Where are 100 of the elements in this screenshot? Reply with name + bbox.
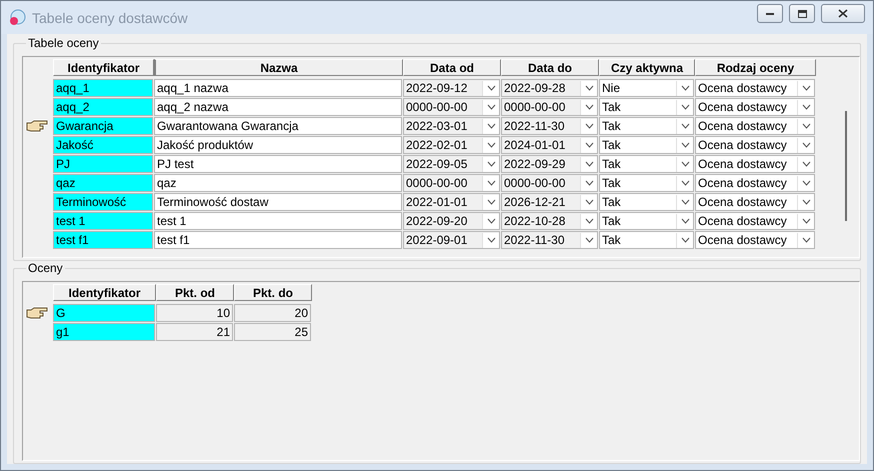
dropdown-chevron-icon[interactable] — [486, 123, 496, 129]
dropdown-field[interactable]: 2024-01-01 — [501, 136, 598, 154]
dropdown-field[interactable]: 0000-00-00 — [501, 98, 598, 116]
dropdown-chevron-icon[interactable] — [680, 199, 690, 205]
dropdown-field[interactable]: 2022-02-01 — [403, 136, 500, 154]
name-cell: qaz — [154, 174, 402, 192]
dropdown-field[interactable]: Tak — [599, 136, 694, 154]
dropdown-chevron-icon[interactable] — [584, 180, 594, 186]
dropdown-field[interactable]: 2022-09-20 — [403, 212, 500, 230]
dropdown-chevron-icon[interactable] — [486, 104, 496, 110]
column-header[interactable]: Czy aktywna — [599, 59, 695, 76]
pointing-hand-icon — [26, 118, 50, 132]
dropdown-field[interactable]: Ocena dostawcy — [695, 98, 815, 116]
dropdown-chevron-icon[interactable] — [802, 199, 810, 205]
dropdown-chevron-icon[interactable] — [802, 218, 810, 224]
close-icon — [838, 9, 848, 18]
dropdown-field[interactable]: 2022-11-30 — [501, 117, 598, 135]
id-cell: qaz — [53, 174, 153, 192]
dropdown-field[interactable]: Ocena dostawcy — [695, 174, 815, 192]
dropdown-field[interactable]: 2022-09-01 — [403, 231, 500, 249]
dropdown-field[interactable]: Tak — [599, 193, 694, 211]
dropdown-chevron-icon[interactable] — [802, 123, 810, 129]
dropdown-chevron-icon[interactable] — [584, 161, 594, 167]
dropdown-chevron-icon[interactable] — [486, 142, 496, 148]
dropdown-field[interactable]: 0000-00-00 — [403, 174, 500, 192]
dropdown-field[interactable]: Ocena dostawcy — [695, 136, 815, 154]
dropdown-field[interactable]: Ocena dostawcy — [695, 155, 815, 173]
dropdown-field[interactable]: 2022-11-30 — [501, 231, 598, 249]
dropdown-chevron-icon[interactable] — [584, 104, 594, 110]
dropdown-chevron-icon[interactable] — [802, 237, 810, 243]
scrollbar[interactable] — [845, 111, 847, 221]
id-cell: aqq_2 — [53, 98, 153, 116]
dropdown-field[interactable]: Ocena dostawcy — [695, 79, 815, 97]
column-header[interactable]: Identyfikator — [53, 284, 156, 301]
column-header[interactable]: Rodzaj oceny — [695, 59, 816, 76]
dropdown-field[interactable]: Ocena dostawcy — [695, 193, 815, 211]
column-header[interactable]: Pkt. do — [234, 284, 312, 301]
number-cell: 10 — [156, 304, 233, 322]
dropdown-field[interactable]: 2022-09-28 — [501, 79, 598, 97]
dropdown-chevron-icon[interactable] — [584, 199, 594, 205]
dropdown-chevron-icon[interactable] — [584, 123, 594, 129]
column-header[interactable]: Nazwa — [154, 59, 403, 76]
group-title: Tabele oceny — [27, 36, 100, 50]
dropdown-chevron-icon[interactable] — [680, 85, 690, 91]
dropdown-chevron-icon[interactable] — [486, 199, 496, 205]
pointing-hand-icon — [26, 306, 50, 320]
dropdown-chevron-icon[interactable] — [486, 218, 496, 224]
dropdown-chevron-icon[interactable] — [802, 161, 810, 167]
dropdown-field[interactable]: Tak — [599, 98, 694, 116]
number-cell: 21 — [156, 323, 233, 341]
minimize-button[interactable] — [757, 4, 783, 23]
close-button[interactable] — [821, 4, 865, 23]
dropdown-chevron-icon[interactable] — [680, 237, 690, 243]
dropdown-field[interactable]: 2022-09-05 — [403, 155, 500, 173]
dropdown-chevron-icon[interactable] — [802, 85, 810, 91]
dropdown-field[interactable]: Tak — [599, 117, 694, 135]
dropdown-field[interactable]: 2026-12-21 — [501, 193, 598, 211]
dropdown-chevron-icon[interactable] — [680, 104, 690, 110]
dropdown-chevron-icon[interactable] — [802, 142, 810, 148]
column-header[interactable]: Pkt. od — [156, 284, 234, 301]
dropdown-chevron-icon[interactable] — [486, 180, 496, 186]
dropdown-field[interactable]: Ocena dostawcy — [695, 231, 815, 249]
dropdown-chevron-icon[interactable] — [680, 161, 690, 167]
dropdown-chevron-icon[interactable] — [680, 180, 690, 186]
dropdown-field[interactable]: 2022-01-01 — [403, 193, 500, 211]
dropdown-chevron-icon[interactable] — [802, 180, 810, 186]
dropdown-field[interactable]: Tak — [599, 231, 694, 249]
id-cell: test f1 — [53, 231, 153, 249]
maximize-icon — [798, 10, 806, 18]
maximize-button[interactable] — [789, 4, 815, 23]
dropdown-field[interactable]: Tak — [599, 155, 694, 173]
column-header[interactable]: Data do — [501, 59, 599, 76]
dropdown-chevron-icon[interactable] — [584, 218, 594, 224]
dropdown-chevron-icon[interactable] — [680, 142, 690, 148]
name-cell: Terminowość dostaw — [154, 193, 402, 211]
dropdown-field[interactable]: 0000-00-00 — [501, 174, 598, 192]
dropdown-chevron-icon[interactable] — [584, 237, 594, 243]
dropdown-field[interactable]: Tak — [599, 174, 694, 192]
name-cell: PJ test — [154, 155, 402, 173]
dropdown-field[interactable]: Ocena dostawcy — [695, 212, 815, 230]
dropdown-field[interactable]: Tak — [599, 212, 694, 230]
column-header[interactable]: Identyfikator — [53, 59, 154, 76]
dropdown-chevron-icon[interactable] — [486, 237, 496, 243]
column-header[interactable]: Data od — [403, 59, 501, 76]
dropdown-chevron-icon[interactable] — [802, 104, 810, 110]
dropdown-chevron-icon[interactable] — [680, 218, 690, 224]
dropdown-field[interactable]: 2022-09-29 — [501, 155, 598, 173]
group-title: Oceny — [27, 261, 64, 275]
id-cell: Gwarancja — [53, 117, 153, 135]
dropdown-field[interactable]: 2022-09-12 — [403, 79, 500, 97]
dropdown-field[interactable]: Nie — [599, 79, 694, 97]
dropdown-field[interactable]: 0000-00-00 — [403, 98, 500, 116]
dropdown-chevron-icon[interactable] — [584, 85, 594, 91]
dropdown-chevron-icon[interactable] — [680, 123, 690, 129]
dropdown-chevron-icon[interactable] — [486, 85, 496, 91]
dropdown-chevron-icon[interactable] — [486, 161, 496, 167]
dropdown-field[interactable]: 2022-10-28 — [501, 212, 598, 230]
dropdown-field[interactable]: Ocena dostawcy — [695, 117, 815, 135]
dropdown-chevron-icon[interactable] — [584, 142, 594, 148]
dropdown-field[interactable]: 2022-03-01 — [403, 117, 500, 135]
